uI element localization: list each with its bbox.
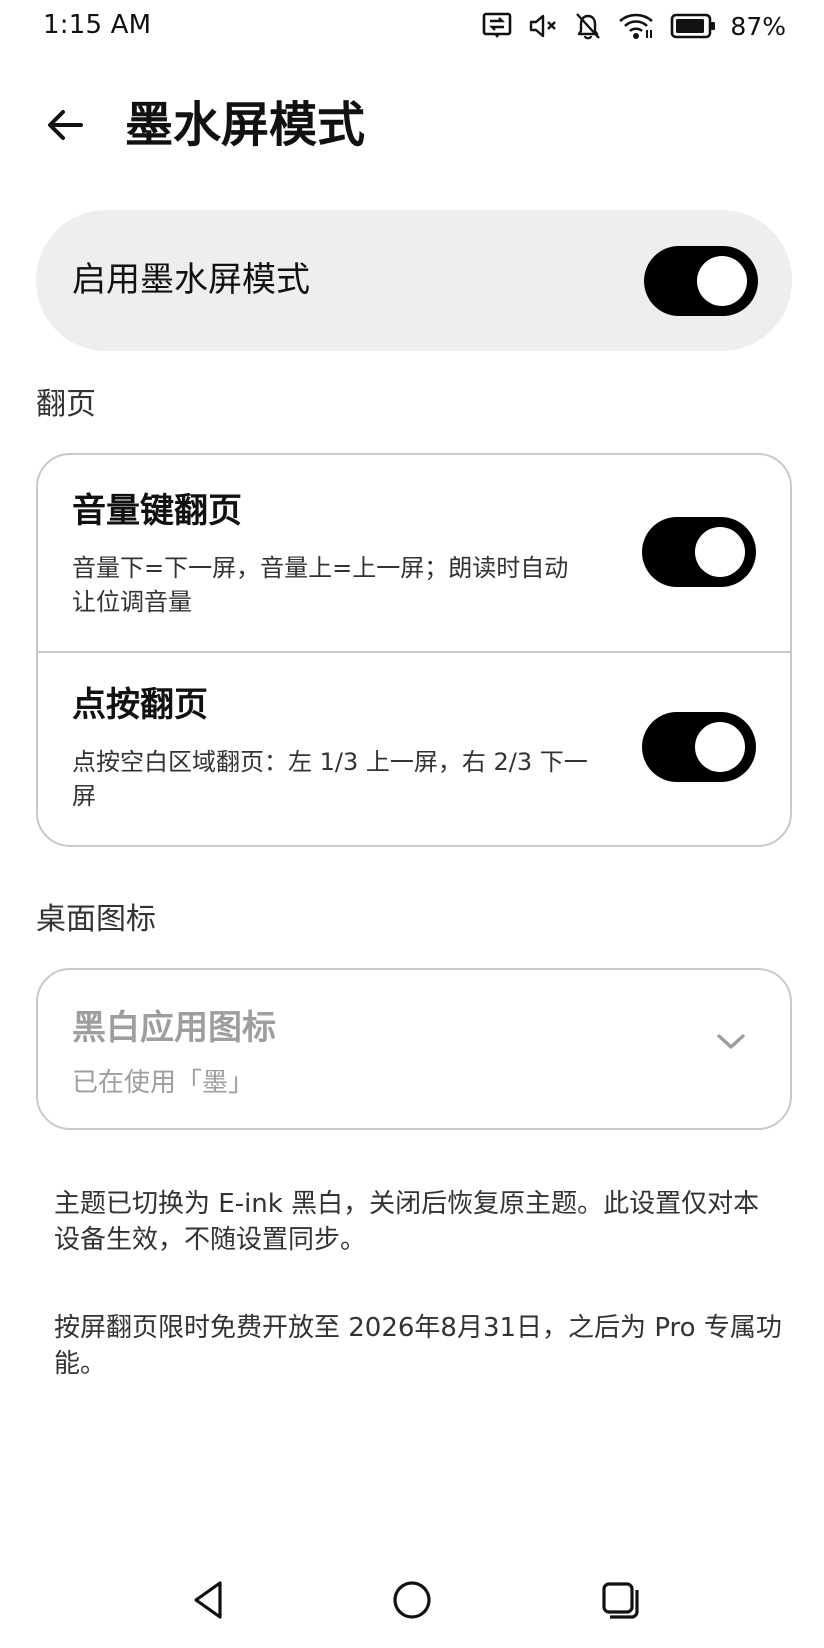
status-bar: 1:15 AM 87% <box>0 0 824 52</box>
nav-back-button[interactable] <box>178 1570 238 1630</box>
volume-key-page-turn-switch[interactable] <box>642 517 756 587</box>
back-button[interactable] <box>38 98 92 152</box>
bw-app-icon-title: 黑白应用图标 <box>72 1008 276 1048</box>
volume-mute-icon <box>528 12 558 40</box>
notifications-off-icon <box>574 11 602 41</box>
enable-eink-mode-label: 启用墨水屏模式 <box>72 260 310 300</box>
tap-page-turn-switch[interactable] <box>642 712 756 782</box>
page-turn-card: 音量键翻页 音量下=下一屏，音量上=上一屏；朗读时自动让位调音量 点按翻页 点按… <box>36 453 792 847</box>
enable-eink-mode-row[interactable]: 启用墨水屏模式 <box>36 210 792 351</box>
enable-eink-mode-switch[interactable] <box>644 246 758 316</box>
volume-key-page-turn-title: 音量键翻页 <box>72 491 242 531</box>
nav-home-circle-icon <box>393 1581 431 1619</box>
volume-key-page-turn-row[interactable]: 音量键翻页 音量下=下一屏，音量上=上一屏；朗读时自动让位调音量 <box>38 455 790 651</box>
battery-percent: 87% <box>730 11 786 41</box>
bw-app-icon-subtitle: 已在使用「墨」 <box>72 1068 255 1098</box>
arrow-left-icon <box>48 110 83 140</box>
volume-key-page-turn-description: 音量下=下一屏，音量上=上一屏；朗读时自动让位调音量 <box>72 554 569 616</box>
page-title: 墨水屏模式 <box>125 97 366 153</box>
switch-knob <box>695 527 745 577</box>
theme-switch-note: 主题已切换为 E-ink 黑白，关闭后恢复原主题。此设置仅对本设备生效，不随设置… <box>54 1189 760 1255</box>
status-time: 1:15 AM <box>43 10 152 40</box>
nav-back-triangle-icon <box>194 1581 222 1619</box>
nav-recents-square-icon <box>602 1582 639 1619</box>
bw-app-icon-select[interactable]: 黑白应用图标 已在使用「墨」 <box>36 968 792 1130</box>
nav-recents-button[interactable] <box>590 1570 650 1630</box>
nav-home-button[interactable] <box>382 1570 442 1630</box>
chevron-down-icon <box>717 1034 745 1049</box>
data-saver-icon <box>482 12 512 40</box>
tap-page-turn-row[interactable]: 点按翻页 点按空白区域翻页：左 1/3 上一屏，右 2/3 下一屏 <box>38 653 790 845</box>
tap-page-turn-title: 点按翻页 <box>72 685 208 725</box>
app-bar: 墨水屏模式 <box>0 80 824 170</box>
system-nav-bar <box>0 1568 824 1648</box>
wifi-icon <box>618 12 654 40</box>
status-icons: 87% <box>482 8 786 44</box>
battery-icon <box>670 12 716 40</box>
section-header-desktop-icon: 桌面图标 <box>36 902 156 937</box>
pro-feature-note: 按屏翻页限时免费开放至 2026年8月31日，之后为 Pro 专属功能。 <box>54 1313 782 1379</box>
switch-knob <box>695 722 745 772</box>
section-header-page-turn: 翻页 <box>36 387 96 422</box>
switch-knob <box>697 256 747 306</box>
tap-page-turn-description: 点按空白区域翻页：左 1/3 上一屏，右 2/3 下一屏 <box>72 748 588 810</box>
